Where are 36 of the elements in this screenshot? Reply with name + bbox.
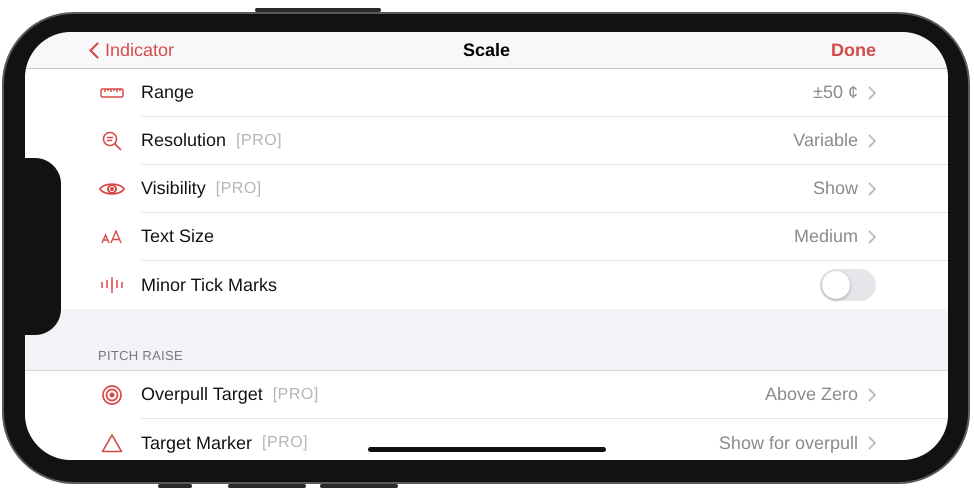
row-label: Visibility bbox=[141, 178, 206, 199]
chevron-icon bbox=[868, 436, 876, 450]
pro-tag: [PRO] bbox=[236, 132, 282, 150]
pro-tag: [PRO] bbox=[272, 386, 319, 404]
pro-tag: [PRO] bbox=[216, 180, 262, 198]
chevron-icon bbox=[868, 230, 876, 244]
value-button[interactable]: Show bbox=[812, 178, 876, 199]
eye-icon bbox=[98, 181, 124, 197]
section-header: PITCH RAISE bbox=[98, 348, 183, 363]
value-button[interactable]: ±50 ¢ bbox=[813, 82, 876, 103]
chevron-icon bbox=[868, 86, 876, 100]
back-button[interactable]: Indicator bbox=[89, 40, 174, 60]
done-button[interactable]: Done bbox=[831, 40, 876, 60]
pro-tag: [PRO] bbox=[262, 434, 308, 452]
row-label: Target Marker bbox=[141, 432, 252, 454]
value-button[interactable]: Show for overpull bbox=[718, 432, 876, 454]
back-chevron-icon bbox=[89, 42, 99, 58]
screen-title: Scale bbox=[462, 40, 510, 60]
text-size-icon bbox=[100, 230, 122, 244]
row-label: Overpull Target bbox=[141, 384, 263, 405]
chevron-icon bbox=[868, 388, 876, 402]
triangle-icon bbox=[100, 433, 122, 453]
chevron-icon bbox=[868, 182, 876, 196]
target-icon bbox=[102, 385, 122, 405]
row-label: Text Size bbox=[141, 226, 214, 247]
value-button[interactable]: Medium bbox=[794, 226, 876, 247]
value-button[interactable]: Above Zero bbox=[764, 384, 876, 405]
value-button[interactable]: Variable bbox=[793, 130, 876, 151]
row-label: Minor Tick Marks bbox=[141, 274, 278, 296]
chevron-icon bbox=[868, 134, 876, 148]
ruler-icon bbox=[100, 87, 124, 99]
row-label: Resolution bbox=[141, 130, 226, 151]
toggle-switch[interactable] bbox=[820, 269, 876, 301]
tick-marks-icon bbox=[100, 277, 122, 293]
magnifier-icon bbox=[102, 131, 122, 151]
row-label: Range bbox=[141, 82, 194, 103]
